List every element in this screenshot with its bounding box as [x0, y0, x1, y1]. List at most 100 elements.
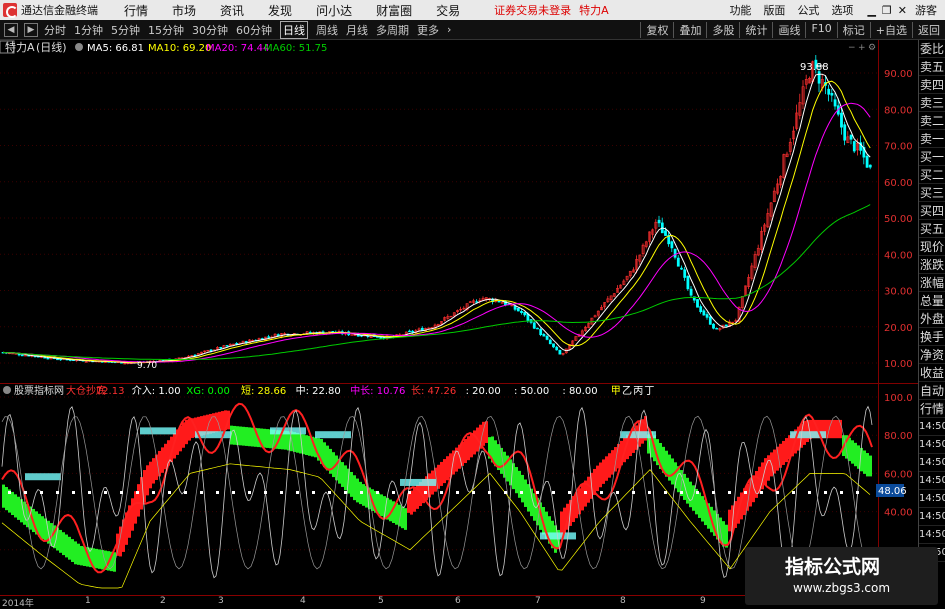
side-panel-item[interactable]: 卖二 [919, 112, 945, 130]
side-panel-item[interactable]: 14:50 [919, 418, 945, 436]
menu-quotes[interactable]: 行情 [124, 2, 148, 19]
candle-body [680, 267, 683, 270]
side-panel-item[interactable]: 卖五 [919, 58, 945, 76]
restore-icon[interactable]: ❐ [882, 4, 892, 17]
menu-options[interactable]: 选项 [831, 2, 853, 18]
side-panel-item[interactable]: 卖一 [919, 130, 945, 148]
tool-return[interactable]: 返回 [912, 21, 945, 38]
candlestick-chart[interactable]: 特力A (日线) MA5: 66.81 MA10: 69.20 MA20: 74… [0, 40, 920, 383]
ma60-label: MA60: 51.75 [264, 43, 327, 54]
indicator-title-segment: 乙 [622, 385, 632, 397]
menu-ask-xiaoda[interactable]: 问小达 [316, 2, 352, 19]
period-daily[interactable]: 日线 [280, 20, 308, 39]
login-notice[interactable]: 证券交易未登录 [494, 2, 571, 18]
side-panel-item[interactable]: 卖四 [919, 76, 945, 94]
candle-body [497, 300, 501, 303]
menu-market[interactable]: 市场 [172, 2, 196, 19]
indicator-title-segment: 中: 22.80 [296, 384, 341, 397]
indicator-band-bar [248, 427, 251, 447]
back-arrow-icon[interactable]: ◀ [4, 22, 18, 37]
period-30min[interactable]: 30分钟 [192, 22, 228, 38]
menu-trade[interactable]: 交易 [436, 2, 460, 19]
side-panel-item[interactable]: 买四 [919, 202, 945, 220]
side-panel-item[interactable]: 14:50 [919, 490, 945, 508]
indicator-axis-label: 100.0 [884, 393, 913, 404]
side-panel-item[interactable]: 涨幅 [919, 274, 945, 292]
tool-add-watchlist[interactable]: +自选 [869, 21, 912, 38]
time-axis-label: 2 [160, 596, 166, 606]
candle-body [705, 314, 709, 318]
ma-settings-icon[interactable] [75, 43, 83, 51]
period-15min[interactable]: 15分钟 [148, 22, 184, 38]
indicator-menu-icon[interactable] [3, 386, 11, 394]
candle-body [676, 257, 680, 267]
tool-draw-line[interactable]: 画线 [772, 21, 805, 38]
period-5min[interactable]: 5分钟 [111, 22, 140, 38]
period-intraday[interactable]: 分时 [44, 22, 66, 38]
menu-discover[interactable]: 发现 [268, 2, 292, 19]
period-1min[interactable]: 1分钟 [74, 22, 103, 38]
settings-gear-icon[interactable]: ⚙ [868, 43, 876, 53]
close-icon[interactable]: ✕ [898, 4, 907, 17]
high-price-label: 93.88 [800, 62, 829, 73]
side-panel-item[interactable]: 14:50 [919, 454, 945, 472]
midline-dot [280, 491, 283, 494]
tool-multi-stock[interactable]: 多股 [706, 21, 739, 38]
period-monthly[interactable]: 月线 [346, 22, 368, 38]
midline-dot [600, 491, 603, 494]
side-panel-item[interactable]: 14:50 [919, 526, 945, 544]
tool-f10[interactable]: F10 [805, 21, 836, 38]
low-price-label: 9.70 [137, 361, 157, 371]
side-panel-item[interactable]: 收益 [919, 364, 945, 382]
price-axis-label: 50.00 [884, 214, 913, 225]
side-panel-item[interactable]: 行情 [919, 400, 945, 418]
midline-dot [264, 491, 267, 494]
candle-body [555, 346, 559, 351]
tool-statistics[interactable]: 统计 [739, 21, 772, 38]
side-panel-item[interactable]: 14:50 [919, 508, 945, 526]
minimize-icon[interactable]: ▁ [867, 4, 875, 17]
period-more[interactable]: 更多 [417, 22, 439, 38]
side-panel-item[interactable]: 总量 [919, 292, 945, 310]
indicator-band-bar [326, 445, 329, 471]
menu-layout[interactable]: 版面 [763, 2, 785, 18]
tool-overlay[interactable]: 叠加 [673, 21, 706, 38]
menu-function[interactable]: 功能 [729, 2, 751, 18]
side-panel-item[interactable]: 现价 [919, 238, 945, 256]
more-chevron-icon[interactable]: › [447, 23, 451, 36]
period-60min[interactable]: 60分钟 [236, 22, 272, 38]
watermark-title: 指标公式网 [785, 556, 881, 578]
guest-label[interactable]: 游客 [915, 2, 937, 18]
side-panel-item[interactable]: 外盘 [919, 310, 945, 328]
period-weekly[interactable]: 周线 [316, 22, 338, 38]
tool-mark[interactable]: 标记 [836, 21, 870, 38]
side-panel-item[interactable]: 涨跌 [919, 256, 945, 274]
menu-news[interactable]: 资讯 [220, 2, 244, 19]
side-panel-item[interactable]: 14:50 [919, 436, 945, 454]
forward-arrow-icon[interactable]: ▶ [24, 22, 38, 37]
side-panel-item[interactable]: 14:50 [919, 472, 945, 490]
indicator-band-bar [755, 471, 758, 498]
midline-dot [8, 491, 11, 494]
indicator-title-segment: 丙 [633, 386, 643, 397]
side-panel-item[interactable]: 买三 [919, 184, 945, 202]
candle-body [523, 311, 527, 316]
app-logo-icon [3, 3, 18, 18]
menu-formula[interactable]: 公式 [797, 2, 819, 18]
menu-wealth-circle[interactable]: 财富圈 [376, 2, 412, 19]
side-panel-item[interactable]: 委比 [919, 40, 945, 58]
side-panel-item[interactable]: 买二 [919, 166, 945, 184]
zoom-in-icon[interactable]: + [858, 43, 866, 53]
side-panel-item[interactable]: 自动 [919, 382, 945, 400]
side-panel-item[interactable]: 买五 [919, 220, 945, 238]
side-panel-item[interactable]: 买一 [919, 148, 945, 166]
indicator-title-segment: 短: 28.66 [241, 384, 286, 397]
side-panel-item[interactable]: 换手 [919, 328, 945, 346]
side-panel-item[interactable]: 卖三 [919, 94, 945, 112]
side-panel-item[interactable]: 净资 [919, 346, 945, 364]
price-axis-label: 70.00 [884, 142, 913, 153]
tool-rights-adjust[interactable]: 复权 [640, 21, 673, 38]
period-multi[interactable]: 多周期 [376, 22, 409, 38]
candle-body [683, 269, 687, 278]
zoom-out-icon[interactable]: − [848, 43, 856, 53]
